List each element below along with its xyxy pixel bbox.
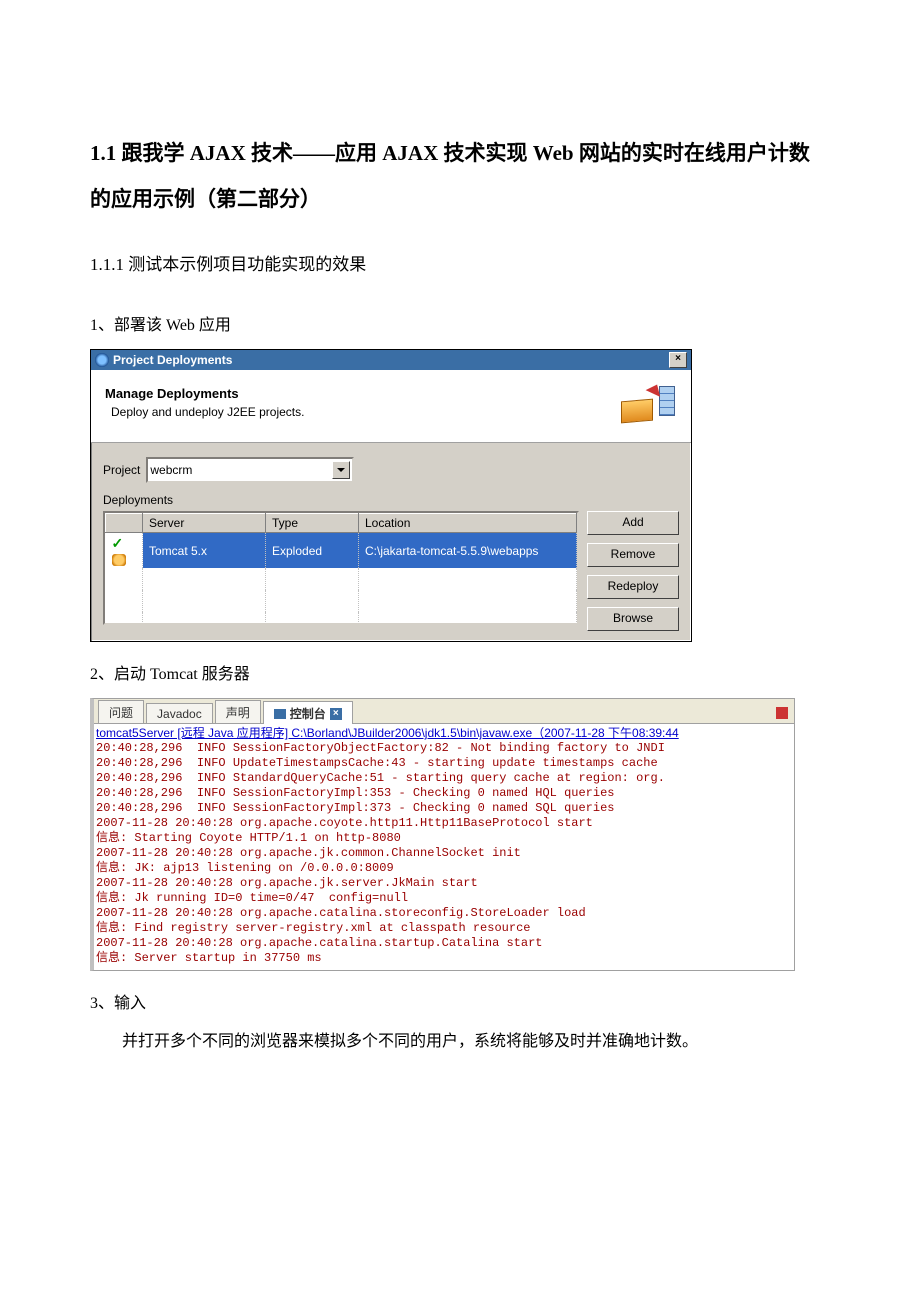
close-icon[interactable]: × bbox=[330, 708, 342, 720]
table-row[interactable]: ✓ Tomcat 5.x Exploded C:\jakarta-tomcat-… bbox=[106, 533, 577, 569]
step-2-heading: 2、启动 Tomcat 服务器 bbox=[90, 660, 830, 684]
col-server[interactable]: Server bbox=[143, 514, 266, 533]
table-row bbox=[106, 612, 577, 625]
dialog-titlebar[interactable]: Project Deployments × bbox=[91, 350, 691, 370]
tab-console[interactable]: 控制台 × bbox=[263, 701, 353, 724]
redeploy-button[interactable]: Redeploy bbox=[587, 575, 679, 599]
step-1-heading: 1、部署该 Web 应用 bbox=[90, 311, 830, 335]
cell-server: Tomcat 5.x bbox=[143, 533, 266, 569]
console-log-text: 20:40:28,296 INFO SessionFactoryObjectFa… bbox=[96, 741, 665, 965]
browse-button[interactable]: Browse bbox=[587, 607, 679, 631]
col-type[interactable]: Type bbox=[266, 514, 359, 533]
add-button[interactable]: Add bbox=[587, 511, 679, 535]
tab-console-label: 控制台 bbox=[290, 705, 326, 722]
section-heading-1-1: 1.1 跟我学 AJAX 技术——应用 AJAX 技术实现 Web 网站的实时在… bbox=[90, 130, 830, 222]
step-3-heading: 3、输入 bbox=[90, 989, 830, 1013]
check-icon: ✓ bbox=[112, 535, 126, 552]
manage-deployments-title: Manage Deployments bbox=[105, 386, 304, 401]
cell-location: C:\jakarta-tomcat-5.5.9\webapps bbox=[359, 533, 577, 569]
step-3-paragraph: 并打开多个不同的浏览器来模拟多个不同的用户，系统将能够及时并准确地计数。 bbox=[90, 1027, 830, 1051]
dialog-title: Project Deployments bbox=[113, 353, 232, 367]
tab-declaration[interactable]: 声明 bbox=[215, 700, 261, 723]
app-icon bbox=[95, 353, 109, 367]
console-panel: 问题 Javadoc 声明 控制台 × tomcat5Server [远程 Ja… bbox=[90, 698, 795, 971]
close-button[interactable]: × bbox=[669, 352, 687, 368]
stop-icon[interactable] bbox=[776, 707, 788, 719]
console-tabbar: 问题 Javadoc 声明 控制台 × bbox=[94, 699, 794, 724]
tab-problems[interactable]: 问题 bbox=[98, 700, 144, 723]
project-select[interactable]: webcrm bbox=[146, 457, 354, 483]
deployments-table[interactable]: Server Type Location ✓ Tomcat 5.x Explod… bbox=[103, 511, 579, 625]
col-location[interactable]: Location bbox=[359, 514, 577, 533]
console-output[interactable]: tomcat5Server [远程 Java 应用程序] C:\Borland\… bbox=[94, 724, 794, 970]
deploy-illustration-icon bbox=[617, 378, 677, 426]
table-row bbox=[106, 590, 577, 612]
project-deployments-dialog: Project Deployments × Manage Deployments… bbox=[90, 349, 692, 642]
section-heading-1-1-1: 1.1.1 测试本示例项目功能实现的效果 bbox=[90, 250, 830, 275]
project-select-value: webcrm bbox=[150, 463, 192, 477]
deployments-label: Deployments bbox=[103, 493, 679, 507]
chevron-down-icon[interactable] bbox=[332, 461, 350, 479]
manage-deployments-subtitle: Deploy and undeploy J2EE projects. bbox=[105, 405, 304, 419]
tomcat-icon bbox=[112, 554, 126, 566]
console-process-line: tomcat5Server [远程 Java 应用程序] C:\Borland\… bbox=[96, 726, 792, 741]
project-label: Project bbox=[103, 463, 140, 477]
table-row bbox=[106, 568, 577, 590]
remove-button[interactable]: Remove bbox=[587, 543, 679, 567]
console-icon bbox=[274, 709, 286, 719]
tab-javadoc[interactable]: Javadoc bbox=[146, 703, 213, 723]
dialog-header: Manage Deployments Deploy and undeploy J… bbox=[91, 370, 691, 443]
cell-type: Exploded bbox=[266, 533, 359, 569]
